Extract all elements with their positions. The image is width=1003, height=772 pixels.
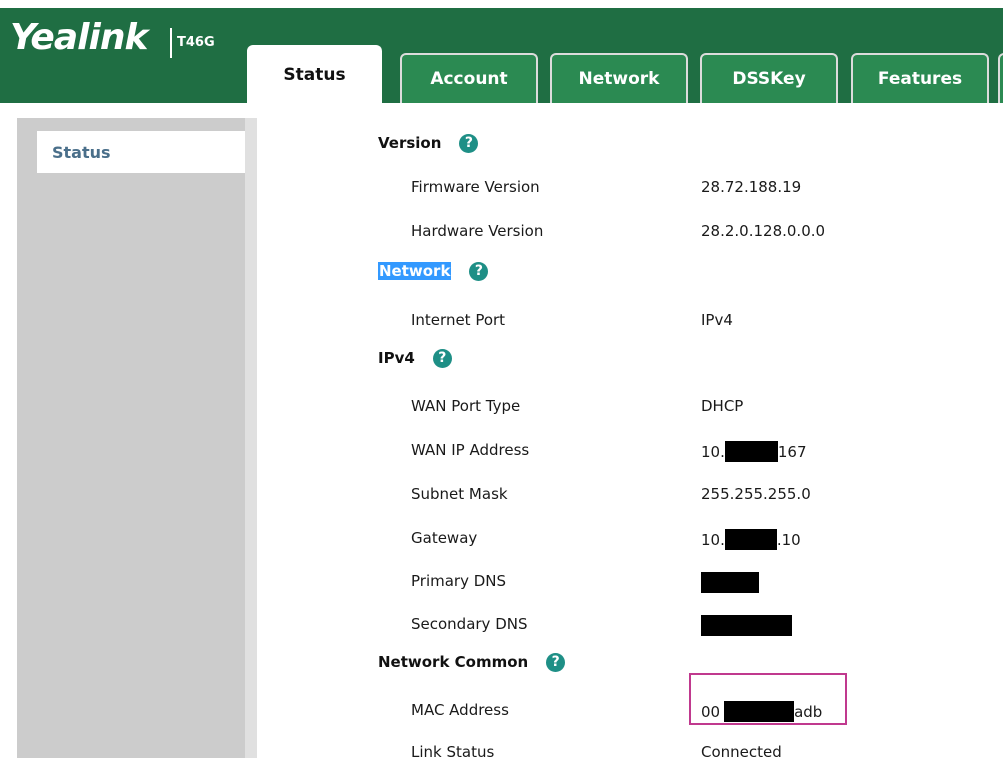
field-label: Internet Port [411, 311, 506, 329]
redaction-bar [701, 572, 759, 593]
field-label: Gateway [411, 529, 478, 547]
section-ipv4: IPv4 ? [378, 344, 452, 372]
row-gateway: Gateway 10. .10 [257, 518, 1003, 558]
row-firmware-version: Firmware Version 28.72.188.19 [257, 167, 1003, 207]
tab-network[interactable]: Network [550, 53, 688, 103]
field-value: Connected [701, 743, 782, 761]
field-label: MAC Address [411, 701, 509, 719]
row-wan-ip-address: WAN IP Address 10. 167 [257, 430, 1003, 470]
value-suffix: .10 [776, 530, 801, 549]
value-prefix: 10. [701, 530, 725, 549]
field-label: Subnet Mask [411, 485, 508, 503]
field-value: IPv4 [701, 311, 733, 329]
tab-features[interactable]: Features [851, 53, 989, 103]
tab-status[interactable]: Status [247, 45, 382, 103]
section-title: Version [378, 134, 442, 152]
sidebar-item-label: Status [52, 142, 111, 162]
field-value: 255.255.255.0 [701, 485, 811, 503]
row-internet-port: Internet Port IPv4 [257, 300, 1003, 340]
logo-separator [170, 28, 172, 58]
section-network-common: Network Common ? [378, 648, 566, 676]
field-label: Firmware Version [411, 178, 540, 196]
sidebar: Status [17, 118, 245, 758]
top-header: Yealink T46G Status Account Network DSSK… [0, 8, 1003, 103]
field-value: 28.2.0.128.0.0.0 [701, 222, 826, 240]
field-label: Primary DNS [411, 572, 507, 590]
field-value: 10. 167 [701, 441, 807, 462]
tab-account[interactable]: Account [400, 53, 538, 103]
redaction-bar [724, 529, 777, 550]
mac-highlight-annotation [689, 673, 847, 725]
section-version: Version ? [378, 129, 479, 157]
question-mark-circle-icon[interactable]: ? [459, 133, 479, 153]
section-title: Network Common [378, 653, 529, 671]
field-value: DHCP [701, 397, 744, 415]
field-value: 28.72.188.19 [701, 178, 802, 196]
row-wan-port-type: WAN Port Type DHCP [257, 386, 1003, 426]
column-divider [245, 118, 257, 758]
field-value [701, 615, 792, 636]
tab-dsskey[interactable]: DSSKey [700, 53, 838, 103]
row-secondary-dns: Secondary DNS [257, 604, 1003, 644]
question-mark-circle-icon[interactable]: ? [546, 652, 566, 672]
field-label: WAN Port Type [411, 397, 521, 415]
field-label: Hardware Version [411, 222, 544, 240]
value-suffix: 167 [777, 442, 807, 461]
row-hardware-version: Hardware Version 28.2.0.128.0.0.0 [257, 211, 1003, 251]
row-link-status: Link Status Connected [257, 732, 1003, 772]
question-mark-circle-icon[interactable]: ? [432, 348, 452, 368]
redaction-bar [724, 441, 778, 462]
redaction-bar [701, 615, 792, 636]
row-subnet-mask: Subnet Mask 255.255.255.0 [257, 474, 1003, 514]
section-network: Network ? [378, 257, 489, 285]
field-label: Secondary DNS [411, 615, 528, 633]
section-title-selected: Network [378, 262, 452, 280]
status-content: Version ? Firmware Version 28.72.188.19 … [257, 118, 1003, 761]
yealink-logo: Yealink [10, 17, 148, 58]
field-value: 10. .10 [701, 529, 801, 550]
sidebar-item-status[interactable]: Status [37, 131, 245, 173]
tab-next-partial[interactable] [998, 53, 1003, 103]
field-label: WAN IP Address [411, 441, 530, 459]
row-mac-address: MAC Address 00 adb [257, 690, 1003, 730]
value-prefix: 10. [701, 442, 725, 461]
question-mark-circle-icon[interactable]: ? [469, 261, 489, 281]
model-label: T46G [177, 35, 215, 50]
section-title: IPv4 [378, 349, 415, 367]
row-primary-dns: Primary DNS [257, 561, 1003, 601]
field-value [701, 572, 759, 593]
field-label: Link Status [411, 743, 495, 761]
